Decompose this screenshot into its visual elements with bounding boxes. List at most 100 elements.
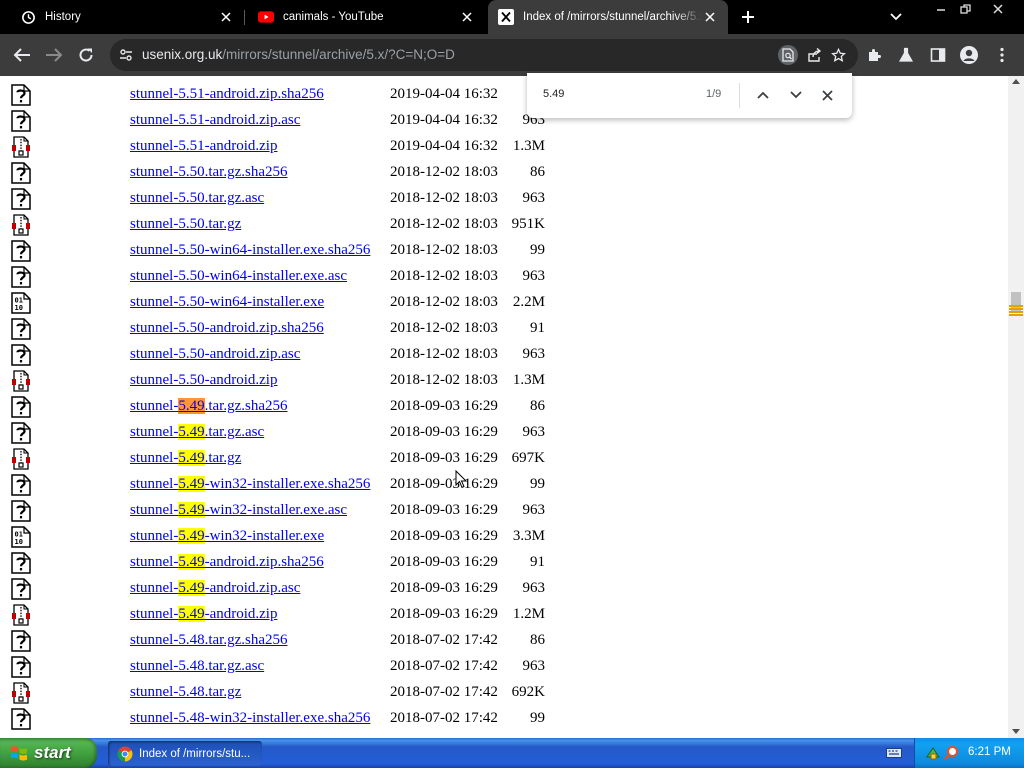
file-link[interactable]: stunnel-5.50.tar.gz <box>130 216 241 233</box>
taskbar-chrome-window[interactable]: Index of /mirrors/stu... <box>108 741 262 766</box>
file-link[interactable]: stunnel-5.51-android.zip.sha256 <box>130 86 324 103</box>
file-name-text: stunnel-5.48.tar.gz.asc <box>130 658 265 674</box>
x-logo-icon <box>498 9 514 25</box>
share-icon[interactable] <box>804 45 824 65</box>
restore-icon[interactable] <box>950 0 980 18</box>
file-name-text: -win32-installer.exe.asc <box>204 502 348 518</box>
tab-title: History <box>45 11 81 23</box>
file-link[interactable]: stunnel-5.49-win32-installer.exe <box>130 528 324 545</box>
forward-icon[interactable] <box>42 43 66 67</box>
file-size: 99 <box>530 476 545 492</box>
network-tray-icon[interactable] <box>925 745 941 761</box>
file-date: 2018-07-02 17:42 <box>390 684 498 700</box>
vertical-scrollbar[interactable] <box>1008 76 1024 738</box>
find-next-icon[interactable] <box>785 84 807 106</box>
file-link[interactable]: stunnel-5.49.tar.gz.asc <box>130 424 264 441</box>
find-input[interactable]: 5.49 <box>543 88 564 100</box>
extensions-icon[interactable] <box>862 43 886 67</box>
file-name-text: stunnel- <box>130 476 179 492</box>
file-link[interactable]: stunnel-5.49-win32-installer.exe.sha256 <box>130 476 370 493</box>
start-button[interactable]: start <box>0 738 97 768</box>
find-match-highlight: 5.49 <box>178 528 205 544</box>
site-settings-icon[interactable] <box>118 47 134 63</box>
taskbar-clock: 6:21 PM <box>968 746 1011 758</box>
file-link[interactable]: stunnel-5.48.tar.gz.asc <box>130 658 264 675</box>
file-link[interactable]: stunnel-5.48.tar.gz <box>130 684 241 701</box>
scroll-up-arrow-icon[interactable] <box>1012 79 1020 84</box>
file-row: stunnel-5.50-android.zip.sha256 2018-12-0… <box>0 317 600 343</box>
keyboard-icon[interactable] <box>886 746 902 760</box>
file-row: stunnel-5.49.tar.gz 2018-09-03 16:29 697K <box>0 447 600 473</box>
file-row: stunnel-5.49-win32-installer.exe.asc 2018… <box>0 499 600 525</box>
find-in-page-icon[interactable] <box>778 45 798 65</box>
tab-title: canimals - YouTube <box>283 11 384 23</box>
file-date: 2018-12-02 18:03 <box>390 216 498 232</box>
file-date: 2018-07-02 17:42 <box>390 658 498 674</box>
tab-index-of-mirrors[interactable]: Index of /mirrors/stunnel/archive/5.x/ <box>488 0 728 34</box>
find-divider <box>739 83 740 108</box>
tab-youtube[interactable]: canimals - YouTube <box>245 0 485 34</box>
chrome-icon <box>117 746 133 761</box>
file-size: 963 <box>522 190 546 206</box>
file-name-text: stunnel- <box>130 580 179 596</box>
unknown-file-icon <box>11 708 31 730</box>
url-text[interactable]: usenix.org.uk/mirrors/stunnel/archive/5.… <box>142 47 455 62</box>
file-name-text: stunnel-5.51-android.zip <box>130 138 278 154</box>
close-tab-icon[interactable] <box>702 9 718 25</box>
file-link[interactable]: stunnel-5.50.tar.gz.asc <box>130 190 264 207</box>
file-link[interactable]: stunnel-5.50.tar.gz.sha256 <box>130 164 287 181</box>
file-link[interactable]: stunnel-5.49-android.zip.asc <box>130 580 300 597</box>
file-name-text: .tar.gz.sha256 <box>204 398 288 414</box>
file-name-text: stunnel-5.50-android.zip.sha256 <box>130 320 324 336</box>
file-link[interactable]: stunnel-5.50-android.zip <box>130 372 277 389</box>
file-size: 3.3M <box>512 528 545 544</box>
unknown-file-icon <box>11 266 31 288</box>
file-size: 963 <box>522 346 546 362</box>
file-size: 963 <box>522 424 546 440</box>
profile-avatar-icon[interactable] <box>957 43 981 67</box>
tab-history[interactable]: History <box>0 0 244 34</box>
file-link[interactable]: stunnel-5.50-win64-installer.exe <box>130 294 324 311</box>
file-link[interactable]: stunnel-5.51-android.zip.asc <box>130 112 300 129</box>
more-menu-icon[interactable] <box>990 43 1014 67</box>
file-link[interactable]: stunnel-5.49.tar.gz <box>130 450 241 467</box>
file-link[interactable]: stunnel-5.49-android.zip.sha256 <box>130 554 324 571</box>
find-close-icon[interactable] <box>816 84 838 106</box>
new-tab-icon[interactable] <box>738 7 758 27</box>
file-link[interactable]: stunnel-5.49-android.zip <box>130 606 277 623</box>
unknown-file-icon <box>11 318 31 340</box>
address-bar[interactable]: usenix.org.uk/mirrors/stunnel/archive/5.… <box>110 39 858 71</box>
chevron-down-icon[interactable] <box>886 7 906 27</box>
search-tray-icon[interactable] <box>943 745 959 761</box>
file-name-text: -android.zip <box>204 606 278 622</box>
file-link[interactable]: stunnel-5.50-android.zip.sha256 <box>130 320 324 337</box>
compressed-file-icon <box>11 370 31 392</box>
find-previous-icon[interactable] <box>752 84 774 106</box>
file-link[interactable]: stunnel-5.50-win64-installer.exe.sha256 <box>130 242 370 259</box>
file-link[interactable]: stunnel-5.48-win32-installer.exe.sha256 <box>130 710 370 727</box>
close-tab-icon[interactable] <box>218 9 234 25</box>
file-link[interactable]: stunnel-5.48.tar.gz.sha256 <box>130 632 287 649</box>
file-link[interactable]: stunnel-5.51-android.zip <box>130 138 277 155</box>
file-size: 1.3M <box>512 372 545 388</box>
close-window-icon[interactable] <box>983 0 1013 18</box>
back-icon[interactable] <box>10 43 34 67</box>
file-link[interactable]: stunnel-5.49.tar.gz.sha256 <box>130 398 287 415</box>
file-row: stunnel-5.49-win32-installer.exe.sha256 2… <box>0 473 600 499</box>
close-tab-icon[interactable] <box>459 9 475 25</box>
bookmark-star-icon[interactable] <box>828 45 848 65</box>
unknown-file-icon <box>11 500 31 522</box>
binary-file-icon: 01 10 <box>11 292 31 314</box>
labs-flask-icon[interactable] <box>894 43 918 67</box>
file-date: 2018-09-03 16:29 <box>390 450 498 466</box>
file-date: 2018-09-03 16:29 <box>390 554 498 570</box>
file-link[interactable]: stunnel-5.50-android.zip.asc <box>130 346 300 363</box>
side-panel-icon[interactable] <box>926 43 950 67</box>
unknown-file-icon <box>11 656 31 678</box>
file-link[interactable]: stunnel-5.50-win64-installer.exe.asc <box>130 268 347 285</box>
scroll-down-arrow-icon[interactable] <box>1012 729 1020 734</box>
reload-icon[interactable] <box>74 43 98 67</box>
file-date: 2018-09-03 16:29 <box>390 502 498 518</box>
file-link[interactable]: stunnel-5.49-win32-installer.exe.asc <box>130 502 347 519</box>
file-row: stunnel-5.50.tar.gz.asc 2018-12-02 18:03 9… <box>0 187 600 213</box>
